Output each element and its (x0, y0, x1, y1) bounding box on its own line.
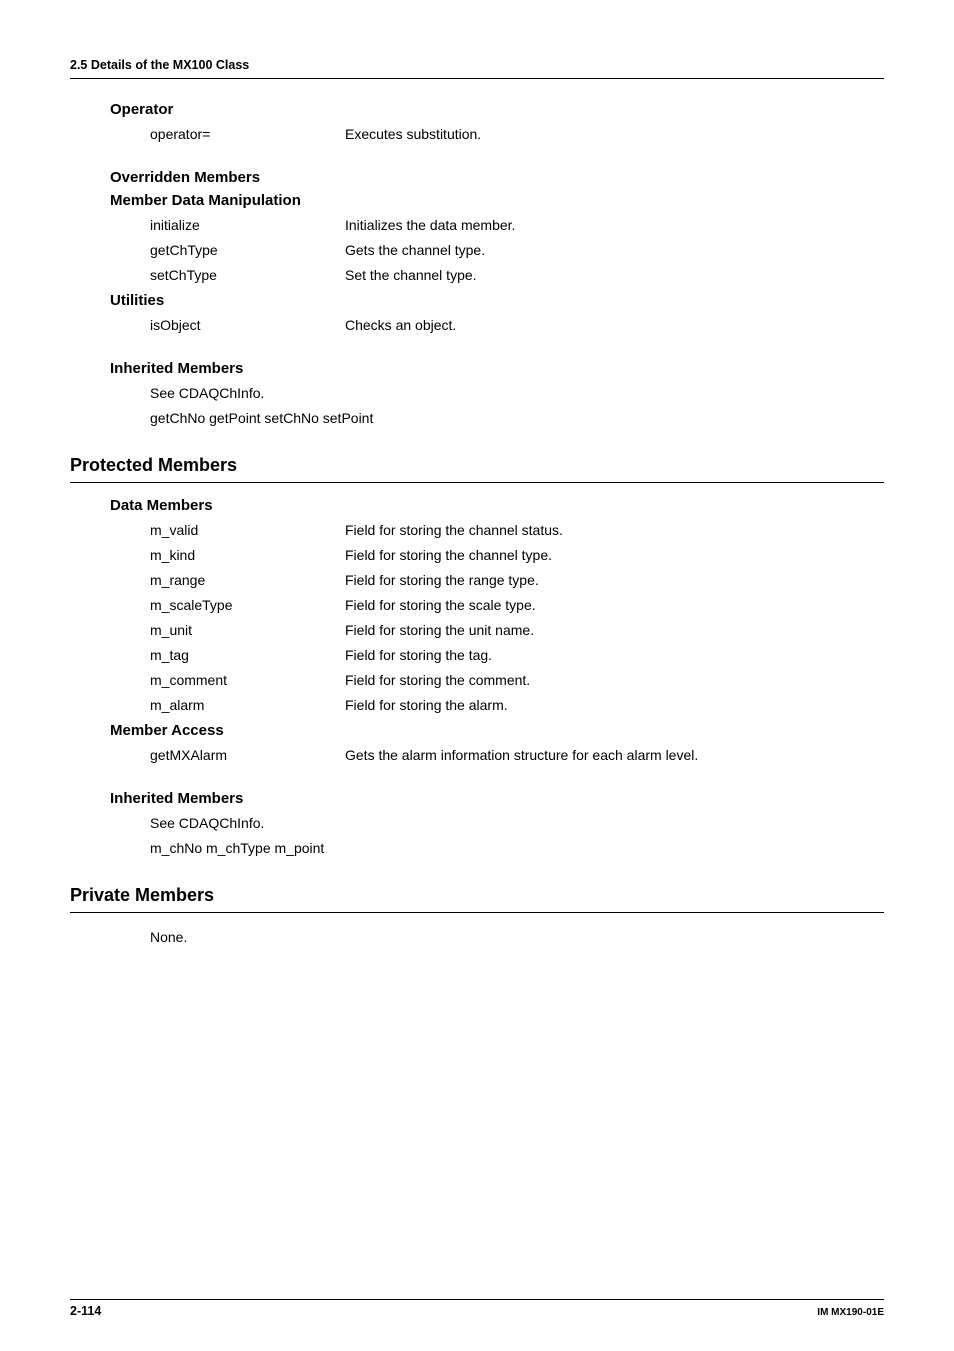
body-text: See CDAQChInfo. (150, 383, 884, 404)
definition: Field for storing the unit name. (345, 620, 884, 641)
definition-row: getChType Gets the channel type. (150, 240, 884, 261)
data-members-heading: Data Members (110, 497, 884, 514)
definition: Gets the channel type. (345, 240, 884, 261)
member-data-manip-heading: Member Data Manipulation (110, 192, 884, 209)
term: m_unit (150, 620, 345, 641)
definition-row: m_tag Field for storing the tag. (150, 645, 884, 666)
definition-row: initialize Initializes the data member. (150, 215, 884, 236)
definition: Field for storing the tag. (345, 645, 884, 666)
term: m_range (150, 570, 345, 591)
term: isObject (150, 315, 345, 336)
operator-heading: Operator (110, 101, 884, 118)
definition-row: m_unit Field for storing the unit name. (150, 620, 884, 641)
term: m_kind (150, 545, 345, 566)
header-rule (70, 78, 884, 79)
body-text: None. (150, 927, 884, 948)
definition-row: m_range Field for storing the range type… (150, 570, 884, 591)
body-text: getChNo getPoint setChNo setPoint (150, 408, 884, 429)
term: operator= (150, 124, 345, 145)
definition: Initializes the data member. (345, 215, 884, 236)
definition-row: m_kind Field for storing the channel typ… (150, 545, 884, 566)
term: m_comment (150, 670, 345, 691)
definition: Field for storing the comment. (345, 670, 884, 691)
definition-row: setChType Set the channel type. (150, 265, 884, 286)
definition-row: m_valid Field for storing the channel st… (150, 520, 884, 541)
definition-row: m_alarm Field for storing the alarm. (150, 695, 884, 716)
term: m_valid (150, 520, 345, 541)
term: getChType (150, 240, 345, 261)
section-rule (70, 912, 884, 913)
private-heading: Private Members (70, 885, 884, 906)
definition: Gets the alarm information structure for… (345, 745, 884, 766)
term: getMXAlarm (150, 745, 345, 766)
definition: Set the channel type. (345, 265, 884, 286)
protected-heading: Protected Members (70, 455, 884, 476)
inherited-heading: Inherited Members (110, 790, 884, 807)
doc-id: IM MX190-01E (817, 1307, 884, 1318)
term: setChType (150, 265, 345, 286)
definition: Field for storing the range type. (345, 570, 884, 591)
term: m_alarm (150, 695, 345, 716)
definition-row: operator= Executes substitution. (150, 124, 884, 145)
body-text: See CDAQChInfo. (150, 813, 884, 834)
page-footer: 2-114 IM MX190-01E (70, 1299, 884, 1318)
member-access-heading: Member Access (110, 722, 884, 739)
term: initialize (150, 215, 345, 236)
definition: Field for storing the channel status. (345, 520, 884, 541)
utilities-heading: Utilities (110, 292, 884, 309)
definition: Field for storing the scale type. (345, 595, 884, 616)
body-text: m_chNo m_chType m_point (150, 838, 884, 859)
page-number: 2-114 (70, 1304, 101, 1318)
section-rule (70, 482, 884, 483)
definition: Field for storing the channel type. (345, 545, 884, 566)
definition: Executes substitution. (345, 124, 884, 145)
term: m_scaleType (150, 595, 345, 616)
definition-row: m_scaleType Field for storing the scale … (150, 595, 884, 616)
page-header: 2.5 Details of the MX100 Class (70, 58, 884, 72)
term: m_tag (150, 645, 345, 666)
definition: Checks an object. (345, 315, 884, 336)
definition-row: isObject Checks an object. (150, 315, 884, 336)
definition: Field for storing the alarm. (345, 695, 884, 716)
overridden-heading: Overridden Members (110, 169, 884, 186)
definition-row: getMXAlarm Gets the alarm information st… (150, 745, 884, 766)
inherited-heading: Inherited Members (110, 360, 884, 377)
definition-row: m_comment Field for storing the comment. (150, 670, 884, 691)
